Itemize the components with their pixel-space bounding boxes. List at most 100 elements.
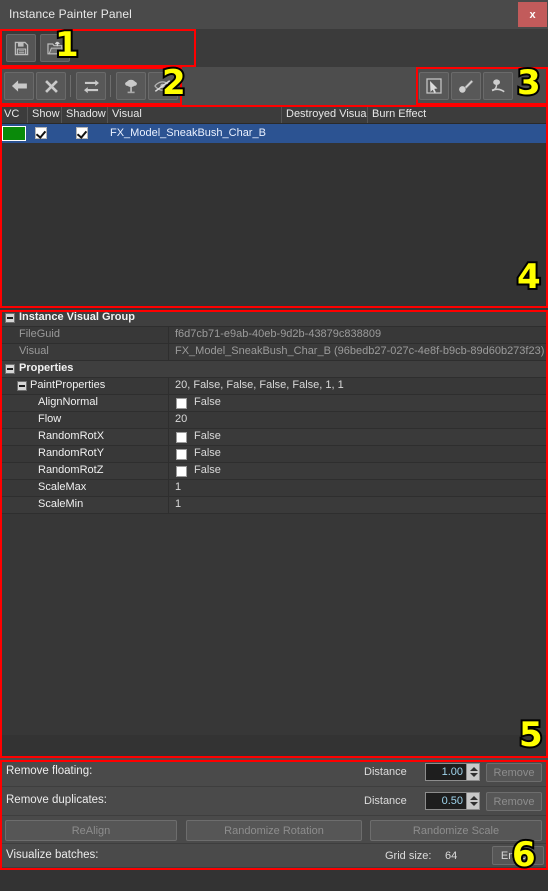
property-value: 20 — [175, 413, 188, 425]
stepper-up-icon — [470, 796, 478, 800]
select-cursor-icon — [426, 78, 442, 94]
floating-distance-input[interactable]: 1.00 — [425, 763, 467, 781]
floating-distance-stepper[interactable] — [467, 763, 480, 781]
property-row[interactable]: RandomRotY False — [0, 446, 548, 463]
table-header-vc[interactable]: VC — [0, 105, 28, 123]
table-header: VC Show Shadow Visual Destroyed Visual Burn E… — [0, 105, 548, 124]
table-header-shadow[interactable]: Shadow — [62, 105, 108, 123]
plant-button[interactable] — [116, 72, 146, 100]
expander-icon[interactable] — [5, 364, 15, 374]
property-divider — [168, 480, 169, 496]
property-row[interactable]: ScaleMax 1 — [0, 480, 548, 497]
remove-floating-label: Remove floating: — [6, 765, 93, 777]
property-value: FX_Model_SneakBush_Char_B (96bedb27-027c… — [175, 345, 545, 357]
stamp-tool-button[interactable] — [483, 72, 513, 100]
expander-icon[interactable] — [17, 381, 27, 391]
swap-button[interactable] — [76, 72, 106, 100]
property-name: ScaleMin — [38, 498, 84, 510]
vc-color-swatch[interactable] — [2, 126, 26, 141]
grid-size-value: 64 — [445, 850, 458, 862]
property-group-title: Instance Visual Group — [19, 311, 135, 323]
property-name: RandomRotZ — [38, 464, 104, 476]
property-checkbox[interactable] — [176, 449, 187, 460]
table-header-destroyed-visual[interactable]: Destroyed Visual — [282, 105, 368, 123]
property-group-header[interactable]: Properties — [0, 361, 548, 378]
stepper-down-icon — [470, 802, 478, 806]
property-checkbox[interactable] — [176, 432, 187, 443]
property-grid-empty-space — [0, 514, 548, 735]
stamp-plant-icon — [490, 78, 506, 94]
randomize-scale-button[interactable]: Randomize Scale — [370, 820, 542, 841]
hide-eye-icon — [154, 79, 172, 93]
delete-button[interactable] — [36, 72, 66, 100]
property-value: 1 — [175, 481, 182, 493]
property-row[interactable]: AlignNormal False — [0, 395, 548, 412]
remove-floating-button[interactable]: Remove — [486, 763, 542, 782]
instance-list: VC Show Shadow Visual Destroyed Visual Burn E… — [0, 105, 548, 308]
row-visual-name: FX_Model_SneakBush_Char_B — [110, 127, 266, 139]
load-icon — [47, 41, 63, 56]
property-row[interactable]: Flow 20 — [0, 412, 548, 429]
close-button[interactable]: x — [518, 2, 547, 27]
duplicates-distance-input[interactable]: 0.50 — [425, 792, 467, 810]
instance-painter-panel: Instance Painter Panel x VC Show Shadow … — [0, 0, 548, 891]
property-group-header[interactable]: Instance Visual Group — [0, 310, 548, 327]
property-divider — [168, 429, 169, 445]
tools-toolbar — [0, 67, 548, 105]
save-button[interactable] — [6, 34, 36, 62]
remove-duplicates-row: Remove duplicates: Distance 0.50 Remove — [0, 787, 548, 816]
shadow-checkbox[interactable] — [76, 127, 88, 139]
property-name: FileGuid — [19, 328, 60, 340]
table-header-show[interactable]: Show — [28, 105, 62, 123]
property-row[interactable]: ScaleMin 1 — [0, 497, 548, 514]
property-value: 20, False, False, False, False, 1, 1 — [175, 379, 344, 391]
paint-tool-button[interactable] — [451, 72, 481, 100]
load-button[interactable] — [40, 34, 70, 62]
action-buttons-row: ReAlign Randomize Rotation Randomize Sca… — [0, 816, 548, 844]
table-row[interactable]: FX_Model_SneakBush_Char_B — [0, 124, 548, 143]
property-value: False — [194, 447, 221, 459]
visualize-batches-row: Visualize batches: Grid size: 64 Enable — [0, 844, 548, 868]
property-divider — [168, 327, 169, 343]
property-row[interactable]: FileGuid f6d7cb71-e9ab-40eb-9d2b-43879c83… — [0, 327, 548, 344]
property-row[interactable]: RandomRotZ False — [0, 463, 548, 480]
toolbar-separator-2 — [110, 75, 111, 97]
property-value: False — [194, 464, 221, 476]
remove-duplicates-button[interactable]: Remove — [486, 792, 542, 811]
back-button[interactable] — [4, 72, 34, 100]
enable-button[interactable]: Enable — [492, 846, 544, 865]
floating-distance-label: Distance — [364, 766, 407, 778]
remove-floating-row: Remove floating: Distance 1.00 Remove — [0, 758, 548, 787]
randomize-rotation-button[interactable]: Randomize Rotation — [186, 820, 362, 841]
title-bar: Instance Painter Panel x — [0, 0, 548, 30]
plant-icon — [123, 78, 139, 94]
show-checkbox[interactable] — [35, 127, 47, 139]
save-icon — [14, 41, 29, 56]
property-checkbox[interactable] — [176, 398, 187, 409]
property-value: False — [194, 430, 221, 442]
toolbar-separator-1 — [70, 75, 71, 97]
select-tool-button[interactable] — [419, 72, 449, 100]
property-group-title: Properties — [19, 362, 74, 374]
property-name: ScaleMax — [38, 481, 87, 493]
property-divider — [168, 497, 169, 513]
property-checkbox[interactable] — [176, 466, 187, 477]
property-row[interactable]: RandomRotX False — [0, 429, 548, 446]
table-header-visual[interactable]: Visual — [108, 105, 282, 123]
delete-x-icon — [44, 79, 59, 94]
property-divider — [168, 463, 169, 479]
realign-button[interactable]: ReAlign — [5, 820, 177, 841]
duplicates-distance-stepper[interactable] — [467, 792, 480, 810]
hide-button[interactable] — [148, 72, 178, 100]
property-divider — [168, 395, 169, 411]
back-arrow-icon — [11, 79, 28, 93]
property-name: RandomRotX — [38, 430, 105, 442]
property-row[interactable]: Visual FX_Model_SneakBush_Char_B (96bedb2… — [0, 344, 548, 361]
property-grid: Instance Visual Group FileGuid f6d7cb71-e9… — [0, 310, 548, 735]
visualize-batches-label: Visualize batches: — [6, 849, 99, 861]
property-divider — [168, 446, 169, 462]
table-header-burn-effect[interactable]: Burn Effect — [368, 105, 548, 123]
property-row[interactable]: PaintProperties 20, False, False, False, … — [0, 378, 548, 395]
expander-icon[interactable] — [5, 313, 15, 323]
property-divider — [168, 412, 169, 428]
